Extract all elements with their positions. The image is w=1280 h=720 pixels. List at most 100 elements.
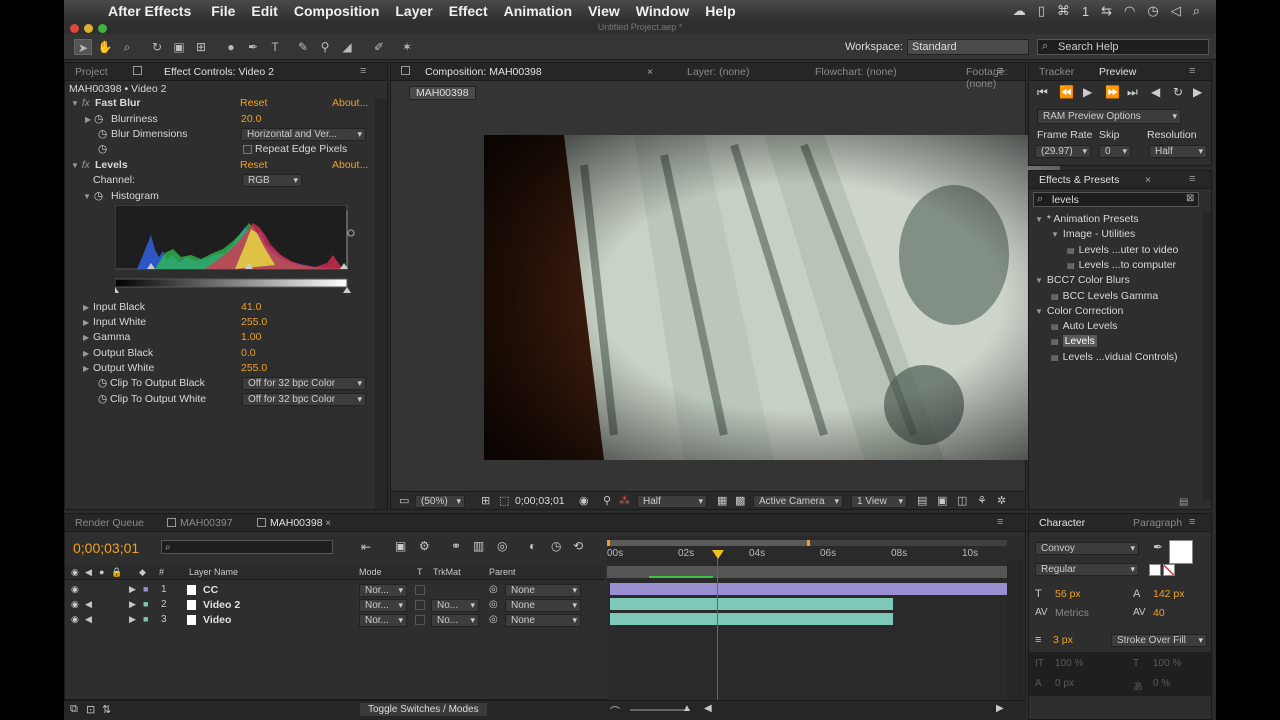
tab-effect-controls[interactable]: Effect Controls: Video 2 xyxy=(164,66,274,78)
show-snapshot-icon[interactable]: ⚲ xyxy=(603,494,611,507)
video-visibility-icon[interactable]: ◉ xyxy=(71,614,79,625)
last-frame-icon[interactable]: ⏭ xyxy=(1127,85,1138,100)
channel-icon[interactable]: ⁂ xyxy=(619,494,630,507)
graph-editor-icon[interactable]: ⟲ xyxy=(573,539,583,553)
stopwatch-icon[interactable]: ◷ xyxy=(98,393,107,405)
flowchart-icon[interactable]: ⚘ xyxy=(977,494,987,507)
layer-expand-icon[interactable]: ▶ xyxy=(129,584,136,595)
histogram-expand-icon[interactable]: ▼ xyxy=(83,192,91,201)
parent-pickwhip-icon[interactable]: ◎ xyxy=(489,584,498,595)
loop-icon[interactable]: ↻ xyxy=(1173,85,1183,99)
snapshot-icon[interactable]: ◉ xyxy=(579,494,589,507)
levels-reset[interactable]: Reset xyxy=(240,159,267,171)
effects-tree-item[interactable]: ▤ Levels xyxy=(1051,335,1097,348)
play-icon[interactable]: ▶ xyxy=(1083,85,1092,99)
timemachine-icon[interactable]: ◷ xyxy=(1147,3,1158,19)
audio-icon[interactable]: ◀ xyxy=(1151,85,1160,99)
preserve-transparency-checkbox[interactable] xyxy=(415,600,425,610)
output-black-expand-icon[interactable]: ▶ xyxy=(83,347,89,359)
table-row[interactable]: ◉ ▶ ■ 1 CC Nor... ◎ None xyxy=(65,583,605,597)
menu-view[interactable]: View xyxy=(580,3,628,19)
layer-expand-icon[interactable]: ▶ xyxy=(129,614,136,625)
work-area-range[interactable] xyxy=(607,540,810,546)
layer-name-header[interactable]: Layer Name xyxy=(189,567,238,577)
blend-mode-select[interactable]: Nor... xyxy=(359,614,407,627)
tab-character[interactable]: Character xyxy=(1039,517,1085,529)
exposure-icon[interactable]: ✲ xyxy=(997,494,1006,507)
viewer-timecode[interactable]: 0;00;03;01 xyxy=(515,495,565,507)
close-tab-icon[interactable]: × xyxy=(325,517,331,529)
layer-expand-icon[interactable]: ▶ xyxy=(129,599,136,610)
puppet-pin-tool-icon[interactable]: ✶ xyxy=(398,39,416,55)
menu-composition[interactable]: Composition xyxy=(286,3,388,19)
timeline-graph-area[interactable]: 00s 02s 04s 06s 08s 10s xyxy=(607,536,1025,700)
lock-switch-icon[interactable]: 🔒 xyxy=(111,567,122,578)
horizontal-scale-value[interactable]: 100 % xyxy=(1153,658,1181,669)
tab-mah00397[interactable]: MAH00397 xyxy=(180,517,233,529)
document-icon[interactable]: ▯ xyxy=(1038,3,1045,19)
effects-tree-item[interactable]: ▼ Color Correction xyxy=(1035,305,1123,317)
in-out-icon[interactable]: ⇅ xyxy=(102,703,111,716)
comp-breadcrumb[interactable]: MAH00398 xyxy=(409,86,476,100)
levels-about[interactable]: About... xyxy=(332,159,368,171)
label-color-swatch[interactable]: ■ xyxy=(143,599,148,609)
scroll-left-icon[interactable]: ◀ xyxy=(704,703,712,714)
tab-layer[interactable]: Layer: (none) xyxy=(687,66,749,78)
panel-menu-icon[interactable]: ≡ xyxy=(1189,516,1195,528)
output-white-expand-icon[interactable]: ▶ xyxy=(83,362,89,374)
ellipse-tool-icon[interactable]: ● xyxy=(222,39,240,55)
parent-select[interactable]: None xyxy=(505,584,581,597)
skip-select[interactable]: 0 xyxy=(1099,145,1131,158)
fx-icon[interactable]: fx xyxy=(82,160,90,171)
effects-tree-item[interactable]: ▤ Levels ...uter to video xyxy=(1067,244,1178,256)
frame-blending-icon[interactable]: ▥ xyxy=(473,539,484,553)
panel-menu-icon[interactable]: ≡ xyxy=(997,65,1003,77)
cloud-icon[interactable]: ☁ xyxy=(1013,3,1026,19)
solo-switch-icon[interactable]: ● xyxy=(99,567,104,577)
layer-bar-video[interactable] xyxy=(610,613,893,625)
layer-bar-cc[interactable] xyxy=(610,583,1008,595)
fill-color-swatch[interactable] xyxy=(1169,540,1193,564)
views-select[interactable]: 1 View xyxy=(851,495,907,508)
menu-layer[interactable]: Layer xyxy=(387,3,440,19)
stroke-width-value[interactable]: 3 px xyxy=(1053,634,1073,646)
effects-tree-item[interactable]: ▤ BCC Levels Gamma xyxy=(1051,290,1158,302)
fast-blur-expand-icon[interactable]: ▼ xyxy=(71,99,79,108)
preview-resolution-select[interactable]: Half xyxy=(1149,145,1207,158)
menu-effect[interactable]: Effect xyxy=(441,3,496,19)
panel-menu-icon[interactable]: ≡ xyxy=(997,516,1003,528)
stopwatch-icon[interactable]: ◷ xyxy=(98,143,107,155)
eraser-tool-icon[interactable]: ◢ xyxy=(338,39,356,55)
stopwatch-icon[interactable]: ◷ xyxy=(98,377,107,389)
tab-paragraph[interactable]: Paragraph xyxy=(1133,517,1182,529)
spotlight-icon[interactable]: ⌕ xyxy=(1193,3,1200,19)
layer-bar-video-2[interactable] xyxy=(610,598,893,610)
tab-composition[interactable]: Composition: MAH00398 xyxy=(425,66,542,78)
timeline-timecode[interactable]: 0;00;03;01 xyxy=(73,540,139,556)
close-tab-icon[interactable]: × xyxy=(647,66,653,78)
menu-window[interactable]: Window xyxy=(628,3,698,19)
output-black-slider[interactable] xyxy=(115,287,119,293)
fast-blur-reset[interactable]: Reset xyxy=(240,97,267,109)
stopwatch-icon[interactable]: ◷ xyxy=(98,128,107,140)
composition-viewer-image[interactable] xyxy=(484,135,1060,460)
badge-icon[interactable]: 1 xyxy=(1082,4,1089,19)
effects-tree-item[interactable]: ▼ Image - Utilities xyxy=(1051,228,1135,240)
font-family-select[interactable]: Convoy xyxy=(1035,542,1139,555)
vertical-scale-value[interactable]: 100 % xyxy=(1055,658,1083,669)
panel-menu-icon[interactable]: ≡ xyxy=(1189,173,1195,185)
camera-tool-icon[interactable]: ▣ xyxy=(170,39,188,55)
effects-tree-item[interactable]: ▤ Levels ...to computer xyxy=(1067,259,1176,271)
fast-blur-about[interactable]: About... xyxy=(332,97,368,109)
clip-white-select[interactable]: Off for 32 bpc Color xyxy=(242,393,366,406)
effects-search-input[interactable]: ⌕ levels ⊠ xyxy=(1033,192,1199,207)
menu-animation[interactable]: Animation xyxy=(496,3,580,19)
safe-margins-icon[interactable]: ⊞ xyxy=(481,494,490,507)
draft-3d-icon[interactable]: ⚙ xyxy=(419,539,430,553)
layer-switches-icon[interactable]: ⧉ xyxy=(70,703,78,716)
motion-blur-icon[interactable]: ◎ xyxy=(497,539,507,553)
timeline-search-input[interactable]: ⌕ xyxy=(161,540,333,554)
time-navigator[interactable] xyxy=(607,566,1007,578)
effects-scrollbar[interactable] xyxy=(1203,211,1211,501)
first-frame-icon[interactable]: ⏮ xyxy=(1037,85,1048,100)
